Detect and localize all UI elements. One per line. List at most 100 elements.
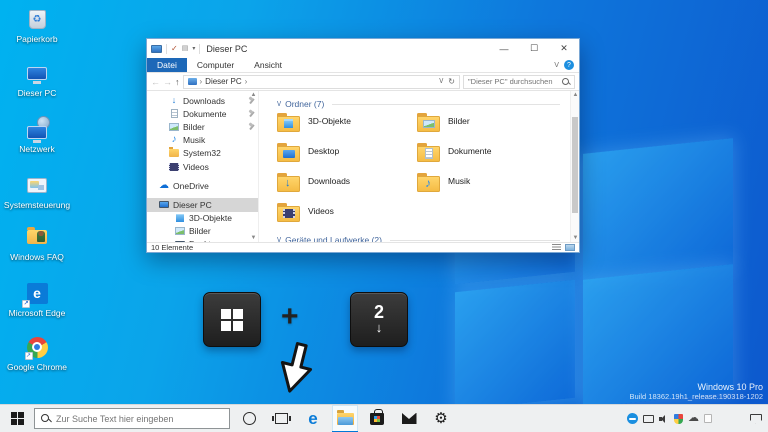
details-view-icon[interactable] [552, 244, 561, 251]
folder-icon [169, 147, 179, 158]
folder-dokumente[interactable]: Dokumente [417, 143, 557, 173]
nav-item-system32[interactable]: System32 [147, 147, 258, 160]
number-2-key: 2 ↓ [350, 292, 408, 347]
group-header-geraete[interactable]: ᐯ Geräte und Laufwerke (2) [277, 235, 568, 242]
up-icon[interactable]: ↑ [175, 77, 180, 87]
nav-item-onedrive[interactable]: ☁ OneDrive [147, 179, 258, 192]
desktop-icon-this-pc[interactable]: Dieser PC [2, 60, 72, 98]
explorer-search-input[interactable] [468, 77, 559, 86]
title-bar[interactable]: ✓ ▤ ▾ Dieser PC — ☐ ✕ [147, 39, 579, 58]
scroll-down-icon[interactable]: ▼ [571, 235, 580, 241]
3d-objects-icon [176, 214, 184, 223]
content-scrollbar[interactable]: ▲ ▼ [570, 91, 579, 242]
breadcrumb[interactable]: Dieser PC [205, 77, 241, 86]
desktop-icon-label: Systemsteuerung [3, 200, 71, 210]
scroll-up-icon[interactable]: ▲ [571, 92, 580, 98]
down-arrow-icon: ↓ [375, 320, 383, 336]
folder-videos[interactable]: Videos [277, 203, 417, 233]
desktop-icon-windows-faq[interactable]: Windows FAQ [2, 224, 72, 262]
tab-computer[interactable]: Computer [187, 58, 244, 72]
refresh-icon[interactable]: ↻ [448, 77, 455, 86]
nav-item-dieser-pc[interactable]: Dieser PC [147, 198, 258, 212]
mail-taskbar-button[interactable] [396, 405, 422, 432]
divider [332, 103, 560, 105]
folder-downloads[interactable]: ↓ Downloads [277, 173, 417, 203]
edge-taskbar-button[interactable]: e [300, 405, 326, 432]
store-icon [370, 408, 384, 425]
folder-bilder[interactable]: Bilder [417, 113, 557, 143]
security-shield-icon[interactable] [674, 413, 683, 424]
thumbnail-view-icon[interactable] [565, 244, 575, 251]
folder-3d-objekte[interactable]: 3D-Objekte [277, 113, 417, 143]
start-button[interactable] [0, 405, 34, 432]
nav-item-downloads[interactable]: ↓ Downloads [147, 94, 258, 107]
folder-desktop[interactable]: Desktop [277, 143, 417, 173]
shortcut-arrow-icon: ↗ [22, 300, 30, 308]
nav-item-bilder[interactable]: Bilder [147, 120, 258, 133]
volume-icon[interactable] [659, 414, 669, 424]
nav-item-videos[interactable]: Videos [147, 160, 258, 173]
forward-icon[interactable]: → [163, 77, 172, 87]
windows-watermark: Windows 10 Pro Build 18362.19h1_release.… [630, 382, 763, 401]
new-folder-icon[interactable]: ▤ [182, 45, 189, 52]
group-header-ordner[interactable]: ᐯ Ordner (7) [277, 99, 568, 109]
task-view-icon [271, 413, 291, 424]
nav-item-musik[interactable]: ♪ Musik [147, 134, 258, 147]
chevron-down-icon[interactable]: ▾ [192, 45, 195, 52]
onedrive-cloud-icon: ☁ [159, 179, 169, 191]
properties-icon[interactable]: ✓ [171, 44, 178, 53]
system-menu-icon[interactable] [151, 44, 162, 53]
nav-scrollbar[interactable]: ▲ ▼ [249, 91, 258, 242]
desktop-icon-control-panel[interactable]: Systemsteuerung [2, 172, 72, 210]
taskbar-search-box[interactable] [34, 408, 230, 429]
address-dropdown-icon[interactable]: ᐯ [439, 78, 443, 85]
computer-icon [187, 78, 197, 85]
chrome-icon: ↗ [24, 336, 48, 360]
folder-musik[interactable]: ♪ Musik [417, 173, 557, 203]
file-explorer-taskbar-button[interactable] [332, 404, 358, 432]
nav-item-dokumente[interactable]: Dokumente [147, 107, 258, 120]
explorer-search-box[interactable] [463, 74, 575, 89]
monitor-tray-icon[interactable] [643, 414, 654, 423]
quick-access-toolbar: ✓ ▤ ▾ [151, 43, 201, 54]
desktop-icon-label: Google Chrome [6, 362, 67, 372]
pictures-folder-icon [417, 113, 440, 132]
task-view-button[interactable] [268, 405, 294, 432]
desktop-icon-network[interactable]: Netzwerk [2, 116, 72, 154]
videos-folder-icon [277, 203, 300, 222]
taskbar-search-input[interactable] [56, 413, 223, 424]
desktop-icon-recycle-bin[interactable]: ♻ Papierkorb [2, 6, 72, 44]
desktop-folder-icon [277, 143, 300, 162]
settings-taskbar-button[interactable]: ⚙ [428, 405, 454, 432]
teamviewer-tray-icon[interactable] [627, 413, 638, 424]
address-bar[interactable]: › Dieser PC › ᐯ ↻ [182, 74, 460, 89]
address-bar-row: ← → ↑ › Dieser PC › ᐯ ↻ [147, 73, 579, 91]
cortana-button[interactable] [236, 405, 262, 432]
onedrive-tray-icon[interactable]: ☁ [688, 413, 699, 424]
tab-datei[interactable]: Datei [147, 58, 187, 72]
scrollbar-thumb[interactable] [572, 117, 578, 213]
scroll-up-icon[interactable]: ▲ [251, 92, 257, 98]
close-button[interactable]: ✕ [549, 39, 579, 58]
breadcrumb-separator: › [199, 77, 203, 86]
shortcut-arrow-icon: ↗ [24, 351, 33, 360]
nav-item-3d-objekte[interactable]: 3D-Objekte [147, 212, 258, 225]
desktop-icon-google-chrome[interactable]: ↗ Google Chrome [2, 334, 72, 372]
app-tray-icon[interactable] [704, 414, 712, 423]
ribbon-collapse-icon[interactable]: ᐯ [554, 61, 559, 69]
help-icon[interactable]: ? [564, 60, 574, 70]
desktop-icon-label: Microsoft Edge [8, 308, 66, 318]
back-icon[interactable]: ← [151, 77, 160, 87]
tab-ansicht[interactable]: Ansicht [244, 58, 292, 72]
minimize-button[interactable]: — [489, 39, 519, 58]
action-center-icon[interactable] [750, 413, 762, 424]
ribbon-tabs: Datei Computer Ansicht ᐯ ? [147, 58, 579, 73]
search-icon[interactable] [562, 77, 570, 86]
maximize-button[interactable]: ☐ [519, 39, 549, 58]
scroll-down-icon[interactable]: ▼ [251, 235, 257, 241]
desktop-icon-microsoft-edge[interactable]: e ↗ Microsoft Edge [2, 280, 72, 318]
store-taskbar-button[interactable] [364, 405, 390, 432]
nav-item-desktop[interactable]: Desktop [147, 238, 258, 242]
system-tray: ☁ [627, 413, 768, 424]
nav-item-bilder-2[interactable]: Bilder [147, 225, 258, 238]
